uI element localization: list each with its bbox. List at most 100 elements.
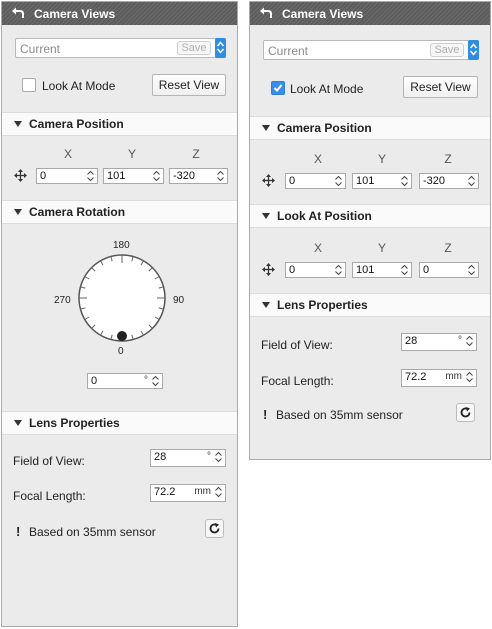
value: 101 <box>356 175 375 187</box>
reset-view-button[interactable]: Reset View <box>152 74 226 96</box>
dial-label-top: 180 <box>113 240 130 251</box>
lens-properties-header[interactable]: Lens Properties <box>250 293 490 317</box>
spinner-icon[interactable] <box>214 486 223 498</box>
spinner-icon[interactable] <box>334 175 343 187</box>
preset-select[interactable]: Current Save <box>15 38 226 58</box>
spinner-icon[interactable] <box>216 170 225 182</box>
move-arrows-icon[interactable] <box>262 263 275 276</box>
camera-position-x-input[interactable]: 0 <box>36 168 98 184</box>
look-at-y-input[interactable]: 101 <box>352 262 412 278</box>
camera-position-x-input[interactable]: 0 <box>285 173 346 189</box>
camera-rotation-header[interactable]: Camera Rotation <box>2 200 237 224</box>
reset-lens-button[interactable] <box>456 403 475 422</box>
look-at-mode-checkbox[interactable] <box>271 81 285 95</box>
camera-position-y-input[interactable]: 101 <box>103 168 164 184</box>
spinner-icon[interactable] <box>465 371 474 383</box>
spinner-icon[interactable] <box>214 451 223 463</box>
focal-length-label: Focal Length: <box>261 374 334 388</box>
axis-y-label: Y <box>377 152 386 166</box>
dial-label-bottom: 0 <box>118 346 124 357</box>
look-at-z-input[interactable]: 0 <box>419 262 479 278</box>
axis-x-label: X <box>313 241 322 255</box>
focal-length-input[interactable]: 72.2 mm <box>150 484 226 502</box>
spinner-icon <box>217 41 224 54</box>
back-arrow-icon[interactable] <box>11 7 25 20</box>
info-exclamation-icon: ! <box>263 407 268 422</box>
spinner-icon[interactable] <box>152 170 161 182</box>
triangle-down-icon <box>262 302 270 308</box>
axis-z-label: Z <box>192 147 200 161</box>
look-at-position-header[interactable]: Look At Position <box>250 204 490 228</box>
checkmark-icon <box>273 84 283 92</box>
panel-title: Camera Views <box>34 7 116 21</box>
section-title: Camera Rotation <box>29 205 126 219</box>
field-of-view-input[interactable]: 28 ° <box>401 333 477 351</box>
camera-position-z-input[interactable]: -320 <box>419 173 479 189</box>
lens-properties-header[interactable]: Lens Properties <box>2 411 237 435</box>
camera-position-header[interactable]: Camera Position <box>2 112 237 136</box>
panel-title: Camera Views <box>282 7 364 21</box>
move-arrows-icon[interactable] <box>262 174 275 187</box>
preset-value: Current <box>268 44 309 58</box>
value: 0 <box>423 264 430 276</box>
preset-spinner[interactable] <box>215 38 226 58</box>
look-at-mode-checkbox[interactable] <box>22 78 36 92</box>
value: -320 <box>423 175 446 187</box>
camera-position-y-input[interactable]: 101 <box>352 173 412 189</box>
spinner-icon[interactable] <box>467 264 476 276</box>
spinner-icon[interactable] <box>86 170 95 182</box>
spinner-icon[interactable] <box>465 335 474 347</box>
field-of-view-input[interactable]: 28 ° <box>150 449 226 467</box>
refresh-icon <box>209 523 220 534</box>
unit: ° <box>144 375 148 386</box>
sensor-note: Based on 35mm sensor <box>276 408 403 422</box>
spinner-icon[interactable] <box>400 175 409 187</box>
back-arrow-icon[interactable] <box>259 7 273 20</box>
preset-spinner[interactable] <box>468 40 479 60</box>
preset-select[interactable]: Current Save <box>263 40 479 60</box>
value: 72.2 <box>405 371 427 383</box>
section-title: Look At Position <box>277 209 372 223</box>
camera-position-z-input[interactable]: -320 <box>169 168 228 184</box>
focal-length-input[interactable]: 72.2 mm <box>401 369 477 387</box>
value: 0 <box>289 264 296 276</box>
value: 0 <box>40 170 47 182</box>
panel-titlebar: Camera Views <box>250 2 490 25</box>
save-button[interactable]: Save <box>430 43 464 57</box>
info-exclamation-icon: ! <box>16 524 21 539</box>
spinner-icon[interactable] <box>151 375 160 387</box>
rotation-angle-input[interactable]: 0 ° <box>87 373 163 389</box>
spinner-icon[interactable] <box>467 175 476 187</box>
axis-x-label: X <box>313 152 322 166</box>
reset-lens-button[interactable] <box>205 519 224 538</box>
axis-y-label: Y <box>127 147 136 161</box>
rotation-dial-graphic <box>78 254 166 342</box>
preset-value: Current <box>20 42 61 56</box>
reset-view-button[interactable]: Reset View <box>403 76 478 98</box>
camera-position-header[interactable]: Camera Position <box>250 116 490 140</box>
spinner-icon[interactable] <box>334 264 343 276</box>
focal-length-label: Focal Length: <box>13 489 86 503</box>
section-title: Camera Position <box>29 117 124 131</box>
unit: ° <box>207 451 211 462</box>
triangle-down-icon <box>14 420 22 426</box>
look-at-mode-label: Look At Mode <box>290 82 364 96</box>
value: 0 <box>289 175 296 187</box>
spinner-icon[interactable] <box>400 264 409 276</box>
triangle-down-icon <box>262 213 270 219</box>
save-button[interactable]: Save <box>177 41 211 55</box>
field-of-view-label: Field of View: <box>261 338 333 352</box>
look-at-x-input[interactable]: 0 <box>285 262 346 278</box>
triangle-down-icon <box>262 125 270 131</box>
rotation-dial-knob[interactable] <box>117 331 127 341</box>
triangle-down-icon <box>14 121 22 127</box>
unit: ° <box>458 335 462 346</box>
rotation-dial[interactable] <box>76 252 168 344</box>
value: 28 <box>405 335 418 347</box>
value: 101 <box>107 170 126 182</box>
section-title: Lens Properties <box>277 298 368 312</box>
sensor-note: Based on 35mm sensor <box>29 525 156 539</box>
spinner-icon <box>470 43 477 56</box>
value: 28 <box>154 451 167 463</box>
move-arrows-icon[interactable] <box>14 169 27 182</box>
